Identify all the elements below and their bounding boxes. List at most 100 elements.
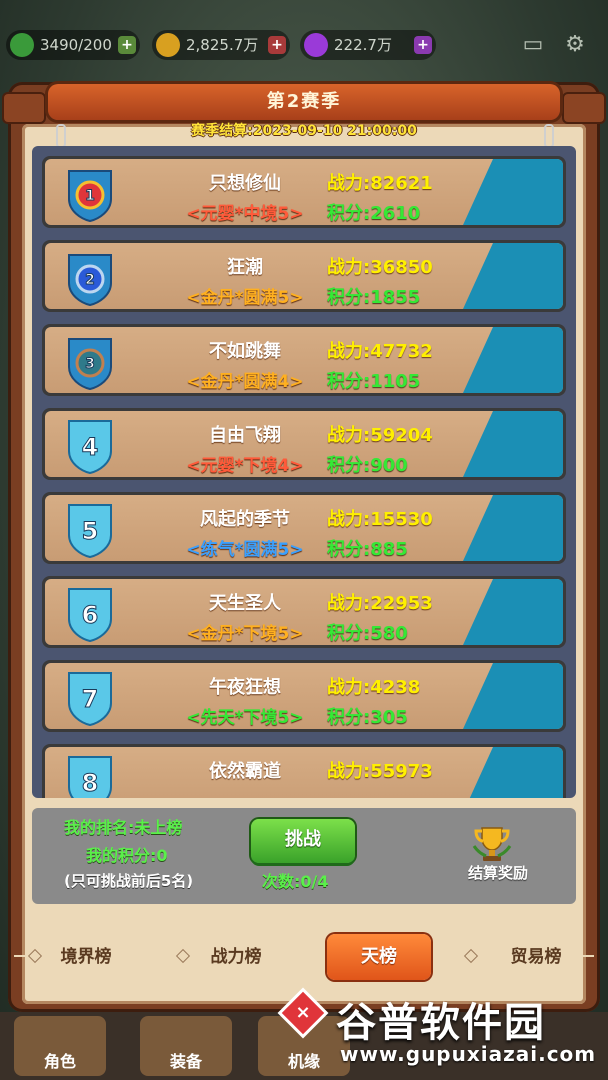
rank-number: 4 — [82, 433, 99, 461]
tab-sky-ranking[interactable]: 天榜 — [327, 934, 431, 980]
shield-badge-icon: 8 — [68, 756, 112, 798]
ranking-row[interactable]: 1 只想修仙 <元婴*中境5> 战力:82621 积分:2610 — [42, 156, 566, 228]
gold-coin-icon — [156, 33, 180, 57]
battery-icon: ▭ — [522, 32, 544, 57]
ranking-card[interactable]: 7 午夜狂想 <先天*下境5> 战力:4238 积分:305 — [45, 663, 563, 729]
add-gem-icon[interactable]: + — [414, 36, 432, 54]
shield-badge-icon: 4 — [68, 420, 112, 475]
add-gold-icon[interactable]: + — [268, 36, 286, 54]
card-accent — [463, 579, 563, 645]
rank-number: 5 — [82, 517, 99, 545]
ranking-row[interactable]: 2 狂潮 <金丹*圆满5> 战力:36850 积分:1855 — [42, 240, 566, 312]
rank-number: 2 — [85, 272, 95, 288]
ranking-card[interactable]: 1 只想修仙 <元婴*中境5> 战力:82621 积分:2610 — [45, 159, 563, 225]
medal-icon: 3 — [68, 338, 112, 391]
rank-number: 8 — [82, 769, 99, 797]
player-realm: <金丹*圆满5> — [186, 288, 304, 308]
player-realm: <元婴*中境5> — [186, 204, 304, 224]
stamina-icon — [10, 33, 34, 57]
stamina-value: 3490/200 — [40, 36, 112, 54]
left-frame-ornament — [4, 94, 44, 122]
ranking-card[interactable]: 5 风起的季节 <练气*圆满5> 战力:15530 积分:885 — [45, 495, 563, 561]
card-accent — [463, 663, 563, 729]
card-accent — [463, 495, 563, 561]
player-realm: <金丹*圆满4> — [186, 372, 304, 392]
settlement-reward-label[interactable]: 结算奖励 — [458, 862, 538, 883]
player-score: 积分:885 — [327, 539, 408, 560]
player-name: 不如跳舞 — [209, 341, 281, 362]
tab-power-ranking[interactable]: 战力榜 — [192, 940, 280, 974]
player-score: 积分:2610 — [327, 203, 421, 224]
my-score: 我的积分:0 — [86, 846, 168, 865]
tab-realm-ranking[interactable]: 境界榜 — [42, 940, 130, 974]
player-power: 战力:4238 — [327, 677, 421, 698]
player-power: 战力:59204 — [327, 425, 433, 446]
player-power: 战力:55973 — [327, 761, 433, 782]
player-name: 狂潮 — [227, 257, 263, 278]
gem-icon — [304, 33, 328, 57]
player-realm: <金丹*下境5> — [186, 624, 304, 644]
medal-icon: 2 — [68, 254, 112, 307]
gold-counter[interactable]: 2,825.7万 + — [152, 30, 290, 60]
shield-badge-icon: 7 — [68, 672, 112, 727]
nav-equip-label: 装备 — [169, 1052, 202, 1071]
add-stamina-icon[interactable]: + — [118, 36, 136, 54]
shield-badge-icon: 6 — [68, 588, 112, 643]
player-score: 积分:900 — [327, 455, 408, 476]
rank-number: 3 — [85, 356, 95, 372]
player-power: 战力:47732 — [327, 341, 433, 362]
ranking-card[interactable]: 3 不如跳舞 <金丹*圆满4> 战力:47732 积分:1105 — [45, 327, 563, 393]
player-realm: <练气*圆满5> — [186, 540, 304, 560]
close-icon[interactable]: × — [288, 998, 318, 1028]
player-score: 积分:1855 — [327, 287, 421, 308]
ranking-card[interactable]: 4 自由飞翔 <元婴*下境4> 战力:59204 积分:900 — [45, 411, 563, 477]
ranking-card[interactable]: 2 狂潮 <金丹*圆满5> 战力:36850 积分:1855 — [45, 243, 563, 309]
ranking-card[interactable]: 8 依然霸道 战力:55973 — [45, 747, 563, 798]
player-name: 只想修仙 — [209, 173, 281, 194]
nav-role-label: 角色 — [43, 1052, 76, 1071]
ranking-row[interactable]: 6 天生圣人 <金丹*下境5> 战力:22953 积分:580 — [42, 576, 566, 648]
ranking-row[interactable]: 8 依然霸道 战力:55973 — [42, 744, 566, 798]
my-rank: 我的排名:未上榜 — [64, 818, 183, 837]
player-name: 午夜狂想 — [209, 677, 281, 698]
player-realm: <元婴*下境4> — [186, 456, 304, 476]
card-accent — [463, 327, 563, 393]
gem-counter[interactable]: 222.7万 + — [300, 30, 436, 60]
player-power: 战力:82621 — [327, 173, 433, 194]
challenge-count: 次数:0/4 — [262, 872, 329, 891]
ranking-row[interactable]: 3 不如跳舞 <金丹*圆满4> 战力:47732 积分:1105 — [42, 324, 566, 396]
watermark-title: 谷普软件园 — [336, 1000, 546, 1046]
player-power: 战力:36850 — [327, 257, 433, 278]
gem-value: 222.7万 — [334, 36, 392, 54]
stamina-counter[interactable]: 3490/200 + — [6, 30, 140, 60]
ranking-card[interactable]: 6 天生圣人 <金丹*下境5> 战力:22953 积分:580 — [45, 579, 563, 645]
rank-number: 1 — [85, 188, 95, 204]
ranking-row[interactable]: 5 风起的季节 <练气*圆满5> 战力:15530 积分:885 — [42, 492, 566, 564]
ranking-list[interactable]: 1 只想修仙 <元婴*中境5> 战力:82621 积分:2610 2 狂潮 <金丹*圆满5> 战… — [32, 146, 576, 798]
nav-equip[interactable]: 装备 — [140, 1016, 232, 1076]
season-settle-time: 赛季结算:2023-09-10 21:00:00 — [191, 123, 417, 139]
rank-number: 6 — [82, 601, 99, 629]
nav-role[interactable]: 角色 — [14, 1016, 106, 1076]
player-name: 风起的季节 — [200, 509, 290, 530]
ranking-row[interactable]: 7 午夜狂想 <先天*下境5> 战力:4238 积分:305 — [42, 660, 566, 732]
player-realm: <先天*下境5> — [186, 708, 304, 728]
card-accent — [463, 411, 563, 477]
shield-badge-icon: 5 — [68, 504, 112, 559]
player-name: 自由飞翔 — [209, 425, 281, 446]
player-score: 积分:1105 — [327, 371, 421, 392]
season-title: 第2赛季 — [48, 84, 560, 120]
gear-icon[interactable]: ⚙ — [562, 34, 588, 56]
card-accent — [463, 159, 563, 225]
challenge-button[interactable]: 挑战 — [251, 819, 355, 863]
tab-trade-ranking[interactable]: 贸易榜 — [492, 940, 580, 974]
trophy-icon[interactable] — [472, 826, 512, 862]
watermark-url: www.gupuxiazai.com — [340, 1042, 597, 1066]
ranking-row[interactable]: 4 自由飞翔 <元婴*下境4> 战力:59204 积分:900 — [42, 408, 566, 480]
player-name: 天生圣人 — [209, 593, 281, 614]
rank-number: 7 — [82, 685, 99, 713]
nav-fate-label: 机缘 — [287, 1052, 320, 1071]
player-power: 战力:22953 — [327, 593, 433, 614]
player-score: 积分:305 — [327, 707, 408, 728]
resource-bar: 3490/200 + 2,825.7万 + 222.7万 + ▭ ⚙ — [0, 0, 608, 86]
